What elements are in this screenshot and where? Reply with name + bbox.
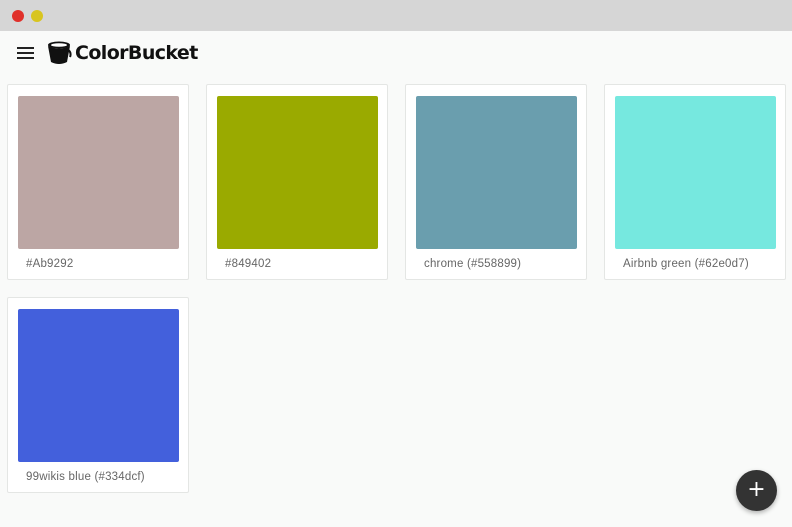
color-swatch[interactable] [18, 309, 179, 462]
menu-bar [17, 52, 34, 54]
color-card[interactable]: Airbnb green (#62e0d7) [604, 84, 786, 280]
app-header: ColorBucket [0, 31, 792, 77]
color-swatch[interactable] [416, 96, 577, 249]
color-card[interactable]: chrome (#558899) [405, 84, 587, 280]
hamburger-menu-icon[interactable] [17, 46, 35, 60]
title-bar [0, 0, 792, 31]
app-title: ColorBucket [75, 42, 198, 64]
color-label: Airbnb green (#62e0d7) [623, 258, 749, 270]
color-swatch[interactable] [217, 96, 378, 249]
color-label: #Ab9292 [26, 258, 74, 270]
color-card[interactable]: #849402 [206, 84, 388, 280]
plus-icon: + [747, 477, 766, 502]
color-card[interactable]: 99wikis blue (#334dcf) [7, 297, 189, 493]
app-window: ColorBucket #Ab9292 #849402 chrome (#55889… [0, 0, 792, 527]
menu-bar [17, 57, 34, 59]
window-close-button[interactable] [12, 10, 24, 22]
color-label: chrome (#558899) [424, 258, 522, 270]
color-label: 99wikis blue (#334dcf) [26, 471, 145, 483]
color-swatch[interactable] [18, 96, 179, 249]
color-swatch[interactable] [615, 96, 776, 249]
window-minimize-button[interactable] [31, 10, 43, 22]
color-label: #849402 [225, 258, 272, 270]
menu-bar [17, 47, 34, 49]
app-logo[interactable]: ColorBucket [45, 38, 198, 68]
color-card[interactable]: #Ab9292 [7, 84, 189, 280]
bucket-icon [48, 41, 72, 64]
add-color-button[interactable]: + [736, 470, 777, 511]
